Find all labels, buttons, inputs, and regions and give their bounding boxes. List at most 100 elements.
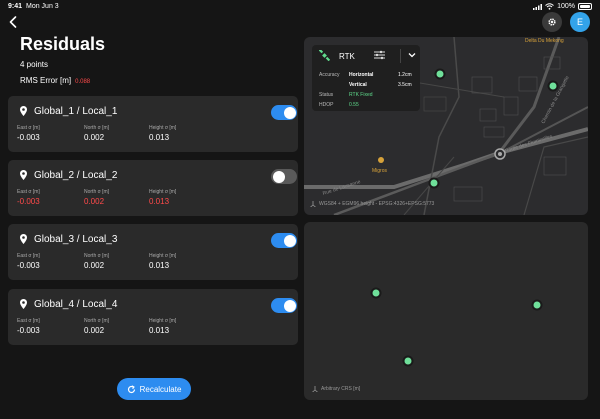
local-crs-text: Arbitrary CRS [m] (321, 386, 361, 392)
settings-button[interactable] (542, 12, 562, 32)
north-label: North σ [m] (84, 253, 110, 259)
height-value: 0.013 (149, 197, 170, 206)
points-count: 4 points (20, 60, 49, 69)
chevron-down-icon[interactable] (408, 50, 416, 60)
east-value: -0.003 (17, 261, 40, 270)
gear-icon (548, 18, 556, 26)
north-value: 0.002 (84, 197, 105, 206)
rms-value: 0.088 (75, 79, 91, 85)
east-value: -0.003 (17, 326, 40, 335)
north-label: North σ [m] (84, 189, 110, 195)
satellite-icon (319, 50, 330, 61)
card-title: Global_2 / Local_2 (34, 170, 118, 181)
page-title: Residuals (20, 34, 106, 54)
recalculate-button[interactable]: Recalculate (117, 378, 191, 400)
enable-toggle[interactable] (271, 105, 297, 120)
status-value: RTK Fixed (349, 92, 373, 98)
height-column: Height σ [m] 0.013 (149, 125, 176, 142)
height-label: Height σ [m] (149, 318, 177, 324)
accuracy-label: Accuracy (319, 72, 340, 78)
east-column: East σ [m] -0.003 (17, 189, 40, 206)
east-label: East σ [m] (17, 253, 40, 259)
wifi-icon (545, 3, 554, 10)
back-button[interactable] (6, 14, 20, 30)
rms-row: RMS Error [m] 0.088 (20, 76, 90, 85)
map-crs-text: WGS84 + EGM96 height - EPSG:4326+EPSG:57… (319, 201, 435, 207)
height-label: Height σ [m] (149, 125, 177, 131)
north-value: 0.002 (84, 261, 105, 270)
status-label: Status (319, 92, 334, 98)
card-title: Global_3 / Local_3 (34, 234, 118, 245)
north-value: 0.002 (84, 133, 105, 142)
east-value: -0.003 (17, 133, 40, 142)
horizontal-label: Horizontal (349, 72, 374, 78)
rms-label: RMS Error [m] (20, 76, 72, 85)
axis-icon (310, 201, 316, 207)
status-date: Mon Jun 3 (26, 3, 59, 10)
card-title: Global_1 / Local_1 (34, 106, 118, 117)
enable-toggle[interactable] (271, 298, 297, 313)
toggle-knob (272, 170, 285, 183)
hdop-label: HDOP (319, 102, 334, 108)
east-column: East σ [m] -0.003 (17, 318, 40, 335)
horizontal-value: 1.2cm (398, 72, 412, 78)
residual-card-1: Global_1 / Local_1 East σ [m] -0.003 Nort… (8, 96, 298, 152)
poi-label-migros: Migros (372, 168, 388, 174)
local-points-panel[interactable]: Arbitrary CRS [m] (304, 222, 588, 400)
chevron-left-icon (9, 16, 17, 28)
local-point-2[interactable] (531, 299, 543, 311)
height-label: Height σ [m] (149, 189, 177, 195)
location-pin-icon (20, 234, 27, 244)
recalculate-label: Recalculate (139, 384, 182, 394)
north-value: 0.002 (84, 326, 105, 335)
location-pin-icon (20, 299, 27, 309)
height-label: Height σ [m] (149, 253, 177, 259)
rtk-status-card: RTK Accuracy Horizontal 1.2cm Vertical 3… (312, 45, 420, 111)
signal-icon (533, 3, 543, 10)
north-column: North σ [m] 0.002 (84, 318, 109, 335)
north-label: North σ [m] (84, 125, 110, 131)
rtk-label: RTK (339, 52, 355, 61)
enable-toggle[interactable] (271, 169, 297, 184)
height-column: Height σ [m] 0.013 (149, 253, 176, 270)
card-title: Global_4 / Local_4 (34, 299, 118, 310)
avatar[interactable]: E (570, 12, 590, 32)
north-column: North σ [m] 0.002 (84, 189, 109, 206)
north-label: North σ [m] (84, 318, 110, 324)
status-indicators: 100% (533, 3, 592, 10)
north-column: North σ [m] 0.002 (84, 125, 109, 142)
toggle-knob (283, 299, 296, 312)
poi-label-top: Delta Du Mekong (525, 38, 564, 44)
north-column: North σ [m] 0.002 (84, 253, 109, 270)
height-column: Height σ [m] 0.013 (149, 189, 176, 206)
toggle-knob (283, 234, 296, 247)
east-column: East σ [m] -0.003 (17, 253, 40, 270)
local-point-1[interactable] (370, 287, 382, 299)
height-value: 0.013 (149, 133, 170, 142)
battery-percent: 100% (557, 3, 575, 10)
vertical-value: 3.5cm (398, 82, 412, 88)
residual-card-2: Global_2 / Local_2 East σ [m] -0.003 Nort… (8, 160, 298, 216)
local-points-canvas (370, 287, 543, 367)
sliders-icon[interactable] (374, 50, 385, 60)
residual-card-4: Global_4 / Local_4 East σ [m] -0.003 Nort… (8, 289, 298, 345)
refresh-icon (127, 384, 135, 393)
status-time: 9:41 (8, 3, 23, 10)
east-label: East σ [m] (17, 189, 40, 195)
residual-card-3: Global_3 / Local_3 East σ [m] -0.003 Nort… (8, 224, 298, 280)
location-pin-icon (20, 170, 27, 180)
local-crs-footer: Arbitrary CRS [m] (312, 386, 360, 392)
map-panel[interactable]: Delta Du Mekong Migros Chemin de la Gran… (304, 37, 588, 215)
toggle-knob (283, 106, 296, 119)
east-label: East σ [m] (17, 318, 40, 324)
height-value: 0.013 (149, 261, 170, 270)
height-column: Height σ [m] 0.013 (149, 318, 176, 335)
east-value: -0.003 (17, 197, 40, 206)
local-point-3[interactable] (402, 355, 414, 367)
axis-icon (312, 386, 318, 392)
enable-toggle[interactable] (271, 233, 297, 248)
map-crs-footer: WGS84 + EGM96 height - EPSG:4326+EPSG:57… (310, 201, 434, 207)
east-label: East σ [m] (17, 125, 40, 131)
vertical-label: Vertical (349, 82, 367, 88)
status-bar: 9:41 Mon Jun 3 100% (0, 0, 600, 14)
